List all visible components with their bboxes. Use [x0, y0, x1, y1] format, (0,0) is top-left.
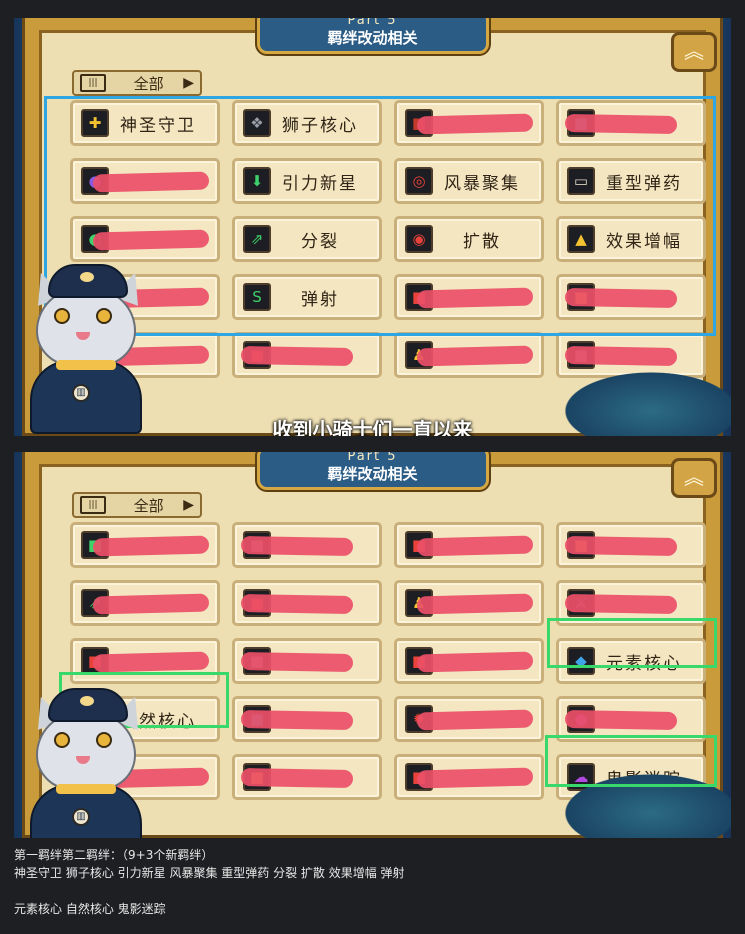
- redaction-mark: [416, 535, 534, 557]
- redaction-mark: [240, 346, 354, 366]
- video-caption: 收到小骑士们一直以来: [272, 418, 473, 436]
- redaction-mark: [240, 768, 354, 788]
- part-label: Part 5: [347, 452, 398, 464]
- badge-icon: ▥: [72, 808, 90, 826]
- arrow-right-icon: ▶: [183, 497, 194, 513]
- redaction-mark: [416, 709, 534, 731]
- redaction-mark: [416, 651, 534, 673]
- redaction-mark: [416, 767, 534, 789]
- filter-icon: |||: [80, 74, 106, 92]
- redaction-mark: [240, 536, 354, 556]
- bond-cell[interactable]: ⇗: [70, 580, 220, 626]
- bond-cell[interactable]: ■: [232, 638, 382, 684]
- footer-line-3: 元素核心 自然核心 鬼影迷踪: [14, 902, 166, 916]
- filter-dropdown[interactable]: ||| 全部 ▶: [72, 70, 202, 96]
- page-title: 羁绊改动相关: [327, 465, 418, 483]
- part-label: Part 5: [347, 18, 398, 28]
- bond-cell[interactable]: ♟: [394, 580, 544, 626]
- chevron-up-icon: ︽: [684, 465, 704, 489]
- redaction-mark: [92, 651, 210, 673]
- highlight-box-element-core: [547, 618, 717, 668]
- redaction-mark: [240, 594, 354, 614]
- post-text: 第一羁绊第二羁绊：（9+3个新羁绊） 神圣守卫 狮子核心 引力新星 风暴聚集 重…: [14, 846, 731, 918]
- title-plate: Part 5 羁绊改动相关: [256, 18, 489, 54]
- redaction-mark: [416, 345, 534, 367]
- chevron-up-icon: ︽: [684, 39, 704, 63]
- bond-cell[interactable]: ■: [556, 522, 706, 568]
- redaction-mark: [564, 594, 678, 614]
- redaction-mark: [564, 346, 678, 366]
- bond-cell[interactable]: ■: [232, 696, 382, 742]
- redaction-mark: [564, 536, 678, 556]
- bond-cell[interactable]: ■: [232, 332, 382, 378]
- highlight-box-ghost: [545, 735, 717, 787]
- cat-mascot: ▥: [26, 688, 149, 838]
- bond-cell[interactable]: ■: [394, 638, 544, 684]
- collapse-button[interactable]: ︽: [671, 458, 717, 498]
- arrow-right-icon: ▶: [183, 75, 194, 91]
- redaction-mark: [240, 652, 354, 672]
- footer-line-2: 神圣守卫 狮子核心 引力新星 风暴聚集 重型弹药 分裂 扩散 效果增幅 弹射: [14, 866, 405, 880]
- filter-dropdown[interactable]: ||| 全部 ▶: [72, 492, 202, 518]
- redaction-mark: [416, 593, 534, 615]
- badge-icon: ▥: [72, 384, 90, 402]
- filter-icon: |||: [80, 496, 106, 514]
- bond-cell[interactable]: ■: [232, 754, 382, 800]
- redaction-mark: [92, 593, 210, 615]
- bond-cell[interactable]: ■: [394, 754, 544, 800]
- bond-cell[interactable]: ■: [232, 522, 382, 568]
- redaction-mark: [92, 535, 210, 557]
- bond-cell[interactable]: ✹: [394, 696, 544, 742]
- redaction-mark: [240, 710, 354, 730]
- filter-label: 全部: [133, 74, 164, 93]
- filter-label: 全部: [133, 496, 164, 515]
- collapse-button[interactable]: ︽: [671, 32, 717, 72]
- cat-mascot: ▥: [26, 264, 149, 434]
- redaction-mark: [564, 710, 678, 730]
- bond-cell[interactable]: ♟: [394, 332, 544, 378]
- bond-cell[interactable]: ■: [70, 522, 220, 568]
- title-plate: Part 5 羁绊改动相关: [256, 452, 489, 490]
- bond-cell[interactable]: ■: [394, 522, 544, 568]
- page-title: 羁绊改动相关: [327, 29, 418, 47]
- footer-line-1: 第一羁绊第二羁绊：（9+3个新羁绊）: [14, 848, 214, 862]
- bond-cell[interactable]: ■: [232, 580, 382, 626]
